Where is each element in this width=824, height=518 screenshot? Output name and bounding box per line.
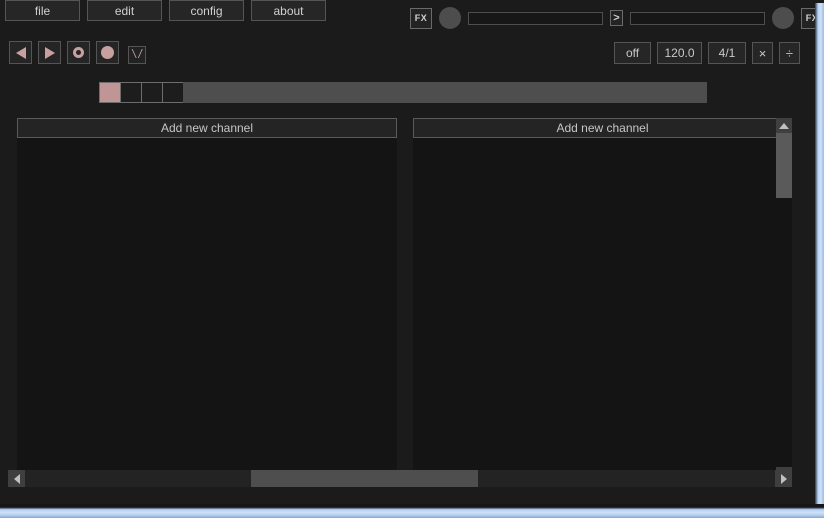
record-action-button[interactable] xyxy=(67,41,90,64)
column-left: Add new channel xyxy=(17,118,397,483)
quantizer-button[interactable]: off xyxy=(614,42,651,64)
play-button[interactable] xyxy=(38,41,61,64)
multiply-beats-button[interactable]: × xyxy=(752,42,773,64)
record-dot-icon xyxy=(101,46,114,59)
beat-meter[interactable] xyxy=(99,82,707,103)
arrow-up-icon xyxy=(779,123,789,129)
master-in-vu-meter xyxy=(468,11,603,25)
add-new-channel-button-left[interactable]: Add new channel xyxy=(17,118,397,138)
window-border-right-cap xyxy=(815,0,824,3)
beat-cell-3[interactable] xyxy=(141,82,162,103)
column-left-body[interactable] xyxy=(17,138,397,483)
beat-cell-2[interactable] xyxy=(120,82,141,103)
record-ring-icon xyxy=(73,47,84,58)
clock-controls: off 120.0 4/1 × ÷ xyxy=(614,42,800,64)
channel-columns: Add new channel Add new channel xyxy=(0,118,815,483)
menu-config[interactable]: config xyxy=(169,0,244,21)
beat-cell-4[interactable] xyxy=(162,82,183,103)
menu-edit[interactable]: edit xyxy=(87,0,162,21)
arrow-right-icon xyxy=(780,473,787,484)
scroll-right-button[interactable] xyxy=(775,470,792,487)
vertical-scrollbar-thumb[interactable] xyxy=(776,132,792,199)
menu-file[interactable]: file xyxy=(5,0,80,21)
column-right: Add new channel xyxy=(413,118,792,483)
add-new-channel-button-right[interactable]: Add new channel xyxy=(413,118,792,138)
beats-meter-button[interactable]: 4/1 xyxy=(708,42,746,64)
metronome-icon: \/ xyxy=(130,48,144,62)
play-icon xyxy=(44,46,55,59)
master-io-strip: FX > FX xyxy=(410,7,823,29)
arrow-left-icon xyxy=(13,473,20,484)
horizontal-scrollbar-thumb[interactable] xyxy=(251,470,479,487)
client-area: file edit config about FX > FX \/ off 12… xyxy=(0,0,823,504)
column-right-body[interactable] xyxy=(413,138,792,483)
horizontal-scrollbar[interactable] xyxy=(8,470,792,487)
master-in-volume-knob[interactable] xyxy=(439,7,461,29)
bpm-button[interactable]: 120.0 xyxy=(657,42,702,64)
scroll-left-button[interactable] xyxy=(8,470,25,487)
record-input-button[interactable] xyxy=(96,41,119,64)
master-in-fx-button[interactable]: FX xyxy=(410,7,432,29)
transport-controls: \/ xyxy=(9,41,146,64)
master-out-vu-meter xyxy=(630,11,765,25)
divide-beats-button[interactable]: ÷ xyxy=(779,42,800,64)
menu-bar: file edit config about xyxy=(5,0,326,21)
beat-cell-1[interactable] xyxy=(99,82,120,103)
window-border-bottom xyxy=(0,504,824,518)
metronome-button[interactable]: \/ xyxy=(128,46,146,64)
window-border-right xyxy=(815,0,824,518)
application-window: file edit config about FX > FX \/ off 12… xyxy=(0,0,824,518)
master-out-volume-knob[interactable] xyxy=(772,7,794,29)
menu-about[interactable]: about xyxy=(251,0,326,21)
scroll-up-button[interactable] xyxy=(776,118,792,134)
vertical-scrollbar[interactable] xyxy=(776,118,792,483)
sequencer-bar-track[interactable] xyxy=(183,82,707,103)
rewind-icon xyxy=(15,46,26,59)
rewind-button[interactable] xyxy=(9,41,32,64)
master-in-to-out-arrow-icon[interactable]: > xyxy=(610,10,623,26)
